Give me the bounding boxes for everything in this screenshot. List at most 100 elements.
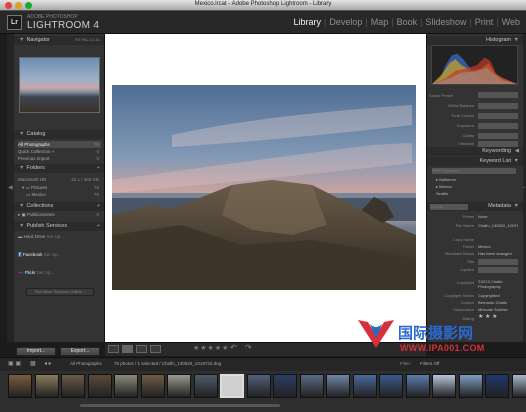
disclosure-icon: ▼: [19, 37, 25, 43]
metadata-value[interactable]: Chalfo_130520_1019733.dng: [478, 223, 518, 235]
volume-row[interactable]: Macintosh HD 42.1 / 465 GB: [18, 176, 101, 183]
filmstrip-thumbnail[interactable]: [379, 374, 403, 398]
lightroom-logo-icon: Lr: [7, 15, 22, 30]
catalog-header[interactable]: ▼ Catalog: [14, 130, 104, 139]
filmstrip-thumbnail[interactable]: [193, 374, 218, 398]
filmstrip-thumbnail[interactable]: [273, 374, 297, 398]
metadata-value[interactable]: Bernardo Chalfo: [478, 300, 518, 306]
filmstrip-thumbnail[interactable]: [34, 374, 59, 398]
publish-hard-drive[interactable]: ▬ Hard Drive Set Up...: [18, 232, 101, 241]
navigator-preview[interactable]: [19, 57, 100, 113]
rotate-left-icon[interactable]: ↶: [230, 343, 237, 352]
filmstrip-thumbnail[interactable]: [458, 374, 483, 398]
filmstrip-thumbnail[interactable]: [299, 374, 324, 398]
filmstrip-thumbnail[interactable]: [511, 374, 526, 398]
catalog-item[interactable]: All Photographs 76: [18, 141, 101, 148]
qd-row-control[interactable]: [478, 141, 518, 147]
survey-view-icon[interactable]: [150, 345, 161, 353]
second-window-icon[interactable]: ▣ ▣: [8, 360, 21, 367]
watermark-url: WWW.IPA001.COM: [400, 343, 485, 353]
filmstrip-thumbnail[interactable]: [114, 374, 138, 398]
keyword-filter-input[interactable]: Filter Keywords: [432, 168, 516, 174]
filmstrip-thumbnail[interactable]: [140, 374, 165, 398]
rotate-right-icon[interactable]: ↷: [245, 343, 252, 352]
back-forward-icon[interactable]: ◂ ▸: [44, 360, 52, 367]
qd-row-label: Exposure: [457, 123, 474, 128]
publish-facebook[interactable]: f Facebook Set Up...: [18, 250, 101, 259]
metadata-preset-select[interactable]: Default: [430, 204, 468, 210]
collections-header[interactable]: ▼ Collections +: [14, 202, 104, 211]
grid-view-icon[interactable]: [108, 345, 119, 353]
filmstrip-thumbnail[interactable]: [326, 374, 350, 398]
metadata-value[interactable]: [478, 237, 518, 243]
catalog-item[interactable]: Quick Collection +0: [18, 148, 101, 155]
keywording-header[interactable]: Keywording ◀: [427, 147, 523, 156]
keyword-list-header[interactable]: Keyword List ▼: [427, 157, 523, 166]
metadata-value[interactable]: [478, 259, 518, 265]
metadata-value[interactable]: Has been changed: [478, 251, 518, 257]
keyword-item[interactable]: ▸ Mexico: [436, 184, 476, 190]
disclosure-icon: ▼: [19, 131, 25, 137]
filmstrip-thumbnail[interactable]: [432, 374, 456, 398]
filmstrip-thumbnail[interactable]: [8, 374, 32, 398]
filmstrip-thumbnail[interactable]: [167, 374, 191, 398]
module-slideshow[interactable]: Slideshow: [423, 17, 468, 27]
left-panel-toggle[interactable]: ◀: [7, 34, 14, 342]
filmstrip-thumbnail[interactable]: [485, 374, 509, 398]
metadata-value[interactable]: [478, 267, 518, 273]
qd-row-control[interactable]: [478, 133, 518, 139]
metadata-value[interactable]: ©2013 Chalfo Photography: [478, 279, 518, 290]
grid-icon[interactable]: ▦: [30, 360, 36, 367]
filter-select[interactable]: Filters Off: [420, 361, 439, 366]
identity-name: LIGHTROOM 4: [27, 20, 100, 31]
keyword-item[interactable]: ▸ Baltimore: [436, 177, 476, 183]
folder-item[interactable]: ▾ ▭ Pictures 76: [22, 184, 101, 191]
export-button[interactable]: Export...: [60, 347, 100, 356]
catalog-item[interactable]: Previous Import 0: [18, 155, 101, 162]
filmstrip-thumbnail[interactable]: [405, 374, 430, 398]
navigator-header[interactable]: ▼ Navigator FIT FILL 1:1 3:1: [14, 36, 104, 45]
filmstrip-thumbnail[interactable]: [61, 374, 85, 398]
filmstrip-source[interactable]: All Photographs: [70, 361, 102, 366]
metadata-label: File Name: [455, 223, 474, 228]
publish-flickr[interactable]: ●● Flickr Set Up...: [18, 268, 101, 277]
metadata-value[interactable]: None: [478, 214, 518, 220]
collection-item[interactable]: ▸ ▣ Publicaciones 0: [18, 211, 101, 218]
filmstrip-thumbnail[interactable]: [220, 374, 244, 398]
filmstrip-thumbnail[interactable]: [352, 374, 377, 398]
filmstrip-thumbnail[interactable]: [87, 374, 112, 398]
compare-view-icon[interactable]: [136, 345, 147, 353]
module-print[interactable]: Print: [473, 17, 496, 27]
qd-row-control[interactable]: [478, 113, 518, 119]
keyword-item[interactable]: Seattle: [436, 191, 476, 197]
module-library[interactable]: Library: [291, 17, 323, 27]
qd-row-control[interactable]: [478, 123, 518, 129]
module-map[interactable]: Map: [369, 17, 391, 27]
histogram-header[interactable]: Histogram ▼: [427, 36, 523, 45]
module-picker: Library | Develop | Map | Book | Slideshow | …: [291, 17, 522, 27]
rating-stars[interactable]: ★★★★★: [193, 344, 229, 352]
qd-row-label: Clarity: [462, 133, 474, 138]
main-photo[interactable]: [112, 85, 416, 290]
metadata-label: Sublocation: [453, 307, 474, 312]
metadata-label: Copyright Status: [444, 293, 474, 298]
filmstrip-thumbnail[interactable]: [246, 374, 271, 398]
find-more-services-button[interactable]: Find More Services Online...: [26, 288, 94, 296]
module-book[interactable]: Book: [395, 17, 420, 27]
metadata-value[interactable]: Copyrighted: [478, 293, 518, 299]
metadata-rating[interactable]: ★ ★ ★: [478, 314, 518, 322]
module-develop[interactable]: Develop: [327, 17, 364, 27]
module-web[interactable]: Web: [500, 17, 522, 27]
metadata-label: Preset: [462, 214, 474, 219]
metadata-value[interactable]: Mexcale Sunrise: [478, 307, 518, 313]
publish-services-header[interactable]: ▼ Publish Services +: [14, 222, 104, 231]
saved-preset-select[interactable]: [478, 92, 518, 98]
loupe-view-icon[interactable]: [122, 345, 133, 353]
disclosure-icon: ▼: [19, 223, 25, 229]
import-button[interactable]: Import...: [16, 347, 56, 356]
folder-item[interactable]: ▭ Mexico 76: [26, 191, 101, 198]
filmstrip-scrollbar[interactable]: [80, 404, 280, 407]
qd-row-control[interactable]: [478, 103, 518, 109]
folders-header[interactable]: ▼ Folders +: [14, 164, 104, 173]
metadata-value[interactable]: Mexico: [478, 244, 518, 250]
